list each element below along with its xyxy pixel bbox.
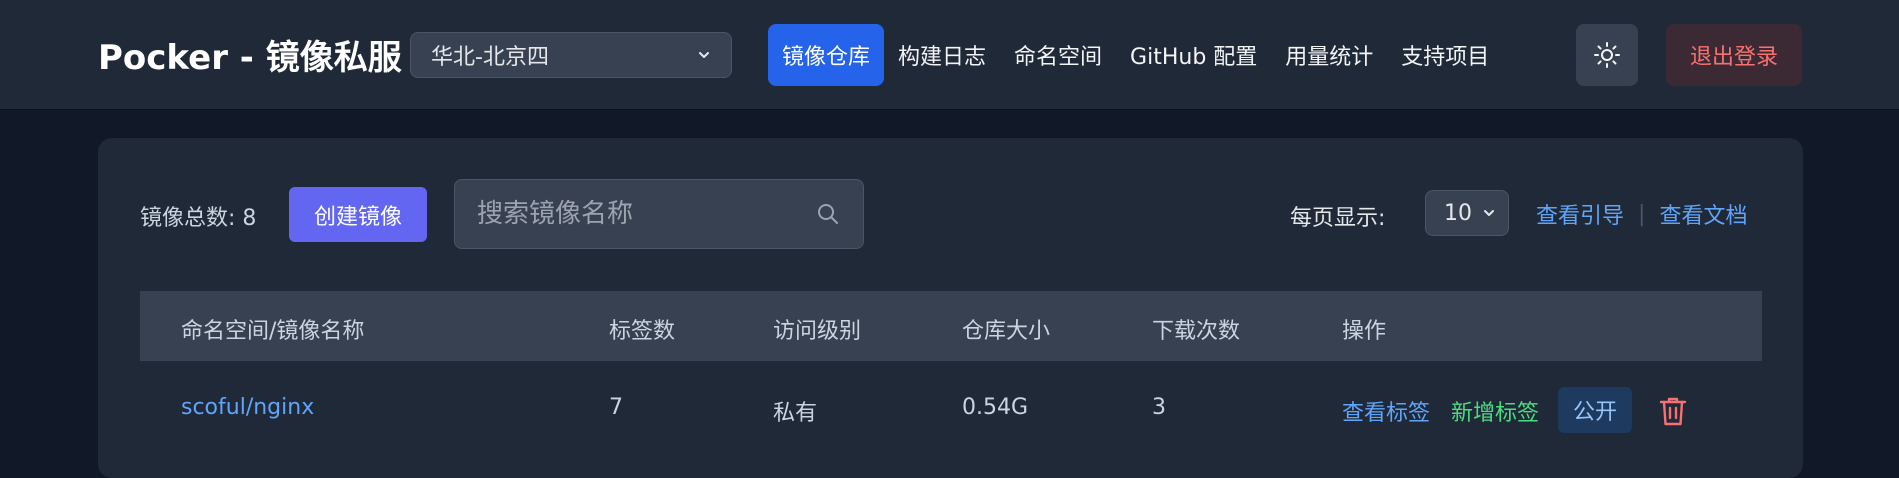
help-links: 查看引导 | 查看文档 — [1536, 198, 1747, 230]
region-select[interactable]: 华北-北京四 — [410, 32, 732, 78]
column-header-tags: 标签数 — [609, 319, 676, 344]
column-header-access: 访问级别 — [773, 319, 862, 344]
image-name-link[interactable]: scoful/nginx — [181, 395, 314, 420]
nav-item-usage-stats[interactable]: 用量统计 — [1271, 24, 1387, 86]
view-tags-button[interactable]: 查看标签 — [1342, 395, 1430, 427]
create-image-button[interactable]: 创建镜像 — [289, 187, 427, 242]
per-page-value: 10 — [1444, 200, 1472, 226]
sun-icon — [1594, 42, 1620, 68]
search-box — [454, 179, 864, 249]
table-row: scoful/nginx 7 私有 0.54G 3 查看标签 新增标签 公开 — [140, 361, 1762, 461]
nav-item-namespaces[interactable]: 命名空间 — [1000, 24, 1116, 86]
download-count: 3 — [1152, 395, 1166, 420]
tag-count: 7 — [609, 395, 623, 420]
chevron-down-icon — [1484, 210, 1494, 216]
per-page-label: 每页显示: — [1290, 206, 1386, 231]
main-nav: 镜像仓库 构建日志 命名空间 GitHub 配置 用量统计 支持项目 — [768, 24, 1503, 86]
column-header-downloads: 下载次数 — [1152, 319, 1241, 344]
app-title: Pocker - 镜像私服 — [98, 38, 402, 78]
table-header: 命名空间/镜像名称 标签数 访问级别 仓库大小 下载次数 操作 — [140, 291, 1762, 361]
top-header: Pocker - 镜像私服 华北-北京四 镜像仓库 构建日志 命名空间 GitH… — [0, 0, 1899, 110]
search-input[interactable] — [477, 199, 797, 229]
nav-item-build-logs[interactable]: 构建日志 — [884, 24, 1000, 86]
link-separator: | — [1638, 201, 1646, 227]
view-guide-link[interactable]: 查看引导 — [1536, 198, 1624, 230]
add-tag-button[interactable]: 新增标签 — [1451, 395, 1539, 427]
search-icon[interactable] — [815, 201, 841, 227]
region-select-value: 华北-北京四 — [431, 45, 549, 70]
logout-button[interactable]: 退出登录 — [1666, 24, 1802, 86]
column-header-size: 仓库大小 — [962, 319, 1051, 344]
nav-item-image-repository[interactable]: 镜像仓库 — [768, 24, 885, 86]
access-level: 私有 — [773, 401, 818, 426]
nav-item-support-project[interactable]: 支持项目 — [1387, 24, 1503, 86]
view-docs-link[interactable]: 查看文档 — [1659, 198, 1747, 230]
per-page-select[interactable]: 10 — [1425, 190, 1509, 236]
repository-size: 0.54G — [962, 395, 1029, 420]
column-header-name: 命名空间/镜像名称 — [181, 319, 365, 344]
make-public-button[interactable]: 公开 — [1558, 387, 1632, 433]
trash-icon[interactable] — [1658, 395, 1688, 427]
theme-toggle-button[interactable] — [1576, 24, 1638, 86]
column-header-actions: 操作 — [1342, 319, 1387, 344]
image-list-panel: 镜像总数: 8 创建镜像 每页显示: 10 查看引导 | 查看文档 命名空间/镜… — [98, 138, 1803, 478]
nav-item-github-config[interactable]: GitHub 配置 — [1116, 24, 1271, 86]
chevron-down-icon — [699, 52, 709, 58]
image-total-count: 镜像总数: 8 — [140, 206, 257, 231]
